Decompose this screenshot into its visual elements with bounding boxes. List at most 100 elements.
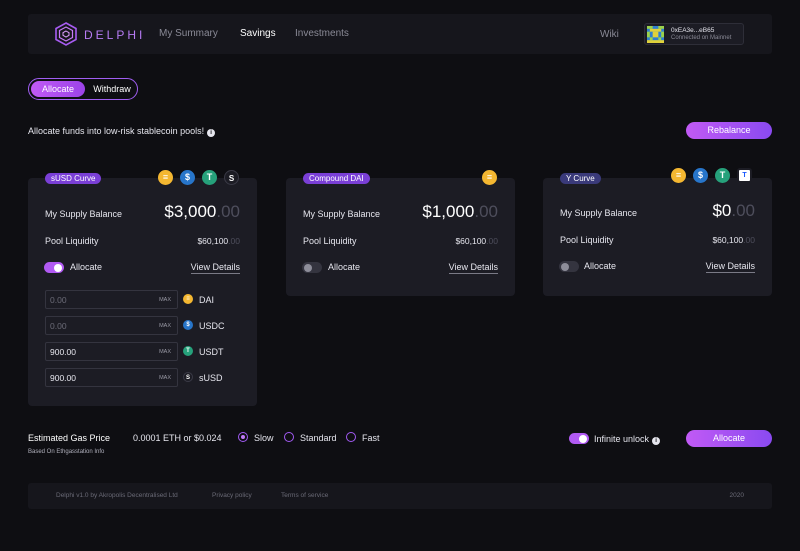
account-badge[interactable]: 0xEA3e...eB65 Connected on Mainnet xyxy=(644,23,744,45)
nav-wiki[interactable]: Wiki xyxy=(600,29,619,40)
supply-balance-label: My Supply Balance xyxy=(560,208,638,218)
supply-balance-label: My Supply Balance xyxy=(303,209,381,219)
avatar xyxy=(647,26,664,43)
top-nav-bar: DELPHI My Summary Savings Investments Wi… xyxy=(28,14,772,54)
max-button[interactable]: MAX xyxy=(159,323,171,329)
intro-text: Allocate funds into low-risk stablecoin … xyxy=(28,126,216,137)
usdc-icon: $ xyxy=(693,168,708,183)
allocate-tab[interactable]: Allocate xyxy=(31,81,85,97)
dai-icon: ≡ xyxy=(158,170,173,185)
pool-liquidity-label: Pool Liquidity xyxy=(560,235,614,245)
brand-name: DELPHI xyxy=(84,28,146,42)
view-details-link[interactable]: View Details xyxy=(448,262,498,274)
supply-balance-label: My Supply Balance xyxy=(45,209,123,219)
view-details-link[interactable]: View Details xyxy=(705,261,755,273)
usdc-amount-value: 0.00 xyxy=(50,321,67,331)
pool-name-badge: sUSD Curve xyxy=(45,173,102,184)
usdt-icon: T xyxy=(715,168,730,183)
gas-standard-radio[interactable] xyxy=(284,432,294,442)
supply-decimals: .00 xyxy=(216,202,240,221)
usdc-token-label: USDC xyxy=(199,321,225,331)
allocate-toggle[interactable] xyxy=(559,261,579,272)
nav-savings[interactable]: Savings xyxy=(240,28,276,39)
footer-credit: Delphi v1.0 by Akropolis Decentralised L… xyxy=(56,492,178,499)
terms-of-service-link[interactable]: Terms of service xyxy=(281,492,328,499)
view-details-link[interactable]: View Details xyxy=(190,262,240,274)
dai-amount-value: 0.00 xyxy=(50,295,67,305)
footer: Delphi v1.0 by Akropolis Decentralised L… xyxy=(28,483,772,509)
allocate-toggle[interactable] xyxy=(44,262,64,273)
allocate-label: Allocate xyxy=(328,262,361,272)
pool-liquidity-value: $60,100.00 xyxy=(455,236,498,246)
wallet-address: 0xEA3e...eB65 xyxy=(671,27,715,34)
dai-icon: ≡ xyxy=(183,294,193,304)
pool-liquidity-label: Pool Liquidity xyxy=(45,236,99,246)
susd-icon: S xyxy=(183,372,193,382)
usdt-amount-input[interactable]: 900.00 MAX xyxy=(45,342,178,361)
gas-fast-radio[interactable] xyxy=(346,432,356,442)
liquidity-decimals: .00 xyxy=(743,235,755,245)
allocate-label: Allocate xyxy=(584,261,617,271)
withdraw-tab[interactable]: Withdraw xyxy=(89,81,135,97)
usdc-icon: $ xyxy=(180,170,195,185)
footer-year: 2020 xyxy=(729,492,744,499)
supply-decimals: .00 xyxy=(474,202,498,221)
liquidity-main: $60,100 xyxy=(455,236,487,246)
supply-balance-value: $3,000.00 xyxy=(164,202,240,222)
privacy-policy-link[interactable]: Privacy policy xyxy=(212,492,252,499)
gas-fast-label[interactable]: Fast xyxy=(362,433,380,443)
gas-price-source: Based On Ethgasstation Info xyxy=(28,449,105,455)
allocate-label: Allocate xyxy=(70,262,103,272)
gas-slow-radio[interactable] xyxy=(238,432,248,442)
gas-standard-label[interactable]: Standard xyxy=(300,433,337,443)
susd-amount-input[interactable]: 900.00 MAX xyxy=(45,368,178,387)
gas-price-title: Estimated Gas Price xyxy=(28,433,111,443)
liquidity-decimals: .00 xyxy=(228,236,240,246)
infinite-unlock-toggle[interactable] xyxy=(569,433,589,444)
network-status: Connected on Mainnet xyxy=(671,35,732,41)
supply-balance-value: $0.00 xyxy=(712,201,755,221)
liquidity-main: $60,100 xyxy=(712,235,744,245)
pool-card-compound-dai: Compound DAI ≡ My Supply Balance $1,000.… xyxy=(286,170,515,296)
supply-balance-value: $1,000.00 xyxy=(422,202,498,222)
gas-price-value: 0.0001 ETH or $0.024 xyxy=(133,433,222,443)
liquidity-decimals: .00 xyxy=(486,236,498,246)
supply-decimals: .00 xyxy=(731,201,755,220)
pool-card-susd-curve: sUSD Curve ≡ $ T S My Supply Balance $3,… xyxy=(28,170,257,406)
max-button[interactable]: MAX xyxy=(159,297,171,303)
nav-my-summary[interactable]: My Summary xyxy=(159,28,218,39)
max-button[interactable]: MAX xyxy=(159,375,171,381)
usdt-amount-value: 900.00 xyxy=(50,347,76,357)
liquidity-main: $60,100 xyxy=(197,236,229,246)
rebalance-button[interactable]: Rebalance xyxy=(686,122,772,139)
pool-liquidity-value: $60,100.00 xyxy=(712,235,755,245)
intro-label: Allocate funds into low-risk stablecoin … xyxy=(28,126,205,136)
infinite-unlock: Infinite unlock i xyxy=(594,434,661,445)
dai-amount-input[interactable]: 0.00 MAX xyxy=(45,290,178,309)
usdt-token-label: USDT xyxy=(199,347,224,357)
usdt-icon: T xyxy=(202,170,217,185)
max-button[interactable]: MAX xyxy=(159,349,171,355)
susd-amount-value: 900.00 xyxy=(50,373,76,383)
allocate-toggle[interactable] xyxy=(302,262,322,273)
tusd-icon: T xyxy=(737,168,752,183)
info-icon[interactable]: i xyxy=(207,129,216,137)
pool-liquidity-label: Pool Liquidity xyxy=(303,236,357,246)
info-icon[interactable]: i xyxy=(652,437,661,445)
usdc-amount-input[interactable]: 0.00 MAX xyxy=(45,316,178,335)
nav-investments[interactable]: Investments xyxy=(295,28,349,39)
supply-main: $3,000 xyxy=(164,202,217,221)
dai-icon: ≡ xyxy=(482,170,497,185)
susd-token-label: sUSD xyxy=(199,373,223,383)
delphi-logo-icon[interactable] xyxy=(54,22,78,46)
dai-icon: ≡ xyxy=(671,168,686,183)
pool-card-y-curve: Y Curve ≡ $ T T My Supply Balance $0.00 … xyxy=(543,168,772,296)
pool-liquidity-value: $60,100.00 xyxy=(197,236,240,246)
allocate-button[interactable]: Allocate xyxy=(686,430,772,447)
supply-main: $1,000 xyxy=(422,202,475,221)
supply-main: $0 xyxy=(712,201,732,220)
infinite-unlock-label: Infinite unlock xyxy=(594,434,650,444)
gas-slow-label[interactable]: Slow xyxy=(254,433,274,443)
usdt-icon: T xyxy=(183,346,193,356)
usdc-icon: $ xyxy=(183,320,193,330)
